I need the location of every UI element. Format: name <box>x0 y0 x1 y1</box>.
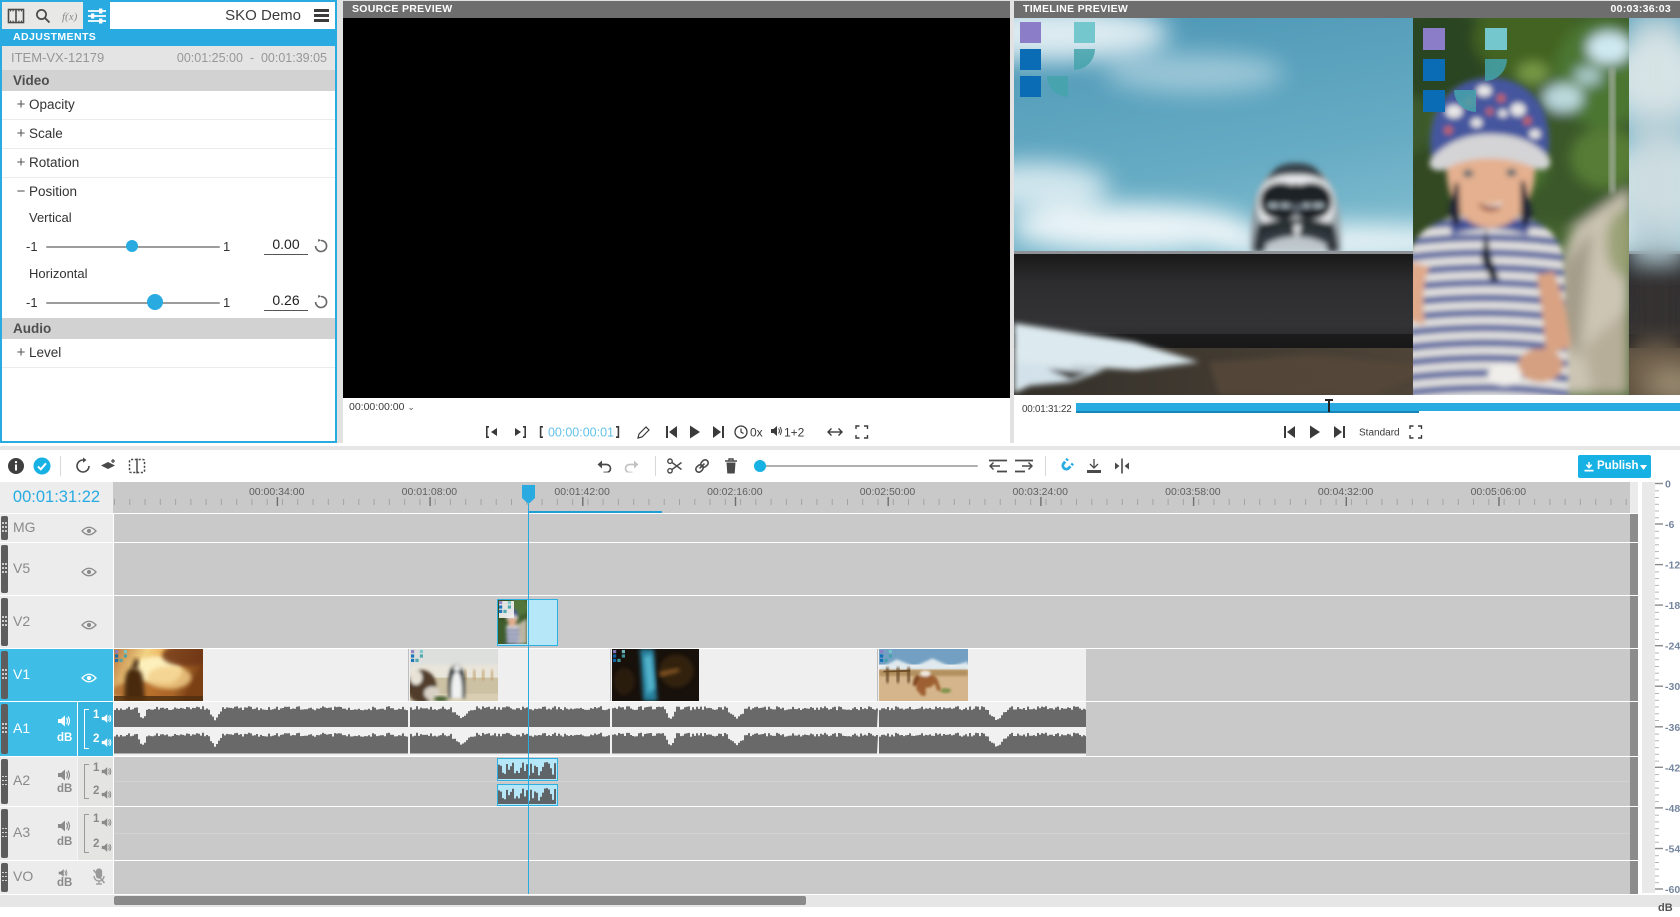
svg-text:00:02:50:00: 00:02:50:00 <box>860 486 916 498</box>
svg-text:00:04:32:00: 00:04:32:00 <box>1318 486 1374 498</box>
svg-text:f(x): f(x) <box>62 11 78 23</box>
svg-text:00:01:42:00: 00:01:42:00 <box>554 486 610 498</box>
svg-text:00:05:06:00: 00:05:06:00 <box>1471 486 1527 498</box>
svg-text:Standard: Standard <box>1359 428 1400 439</box>
svg-text:00:03:58:00: 00:03:58:00 <box>1165 486 1221 498</box>
svg-text:1+2: 1+2 <box>784 426 805 440</box>
svg-text:00:01:08:00: 00:01:08:00 <box>402 486 458 498</box>
svg-text:00:00:00:01: 00:00:00:01 <box>548 426 614 440</box>
svg-text:0x: 0x <box>750 426 763 440</box>
svg-text:00:03:24:00: 00:03:24:00 <box>1012 486 1068 498</box>
svg-text:00:02:16:00: 00:02:16:00 <box>707 486 763 498</box>
svg-text:00:00:34:00: 00:00:34:00 <box>249 486 305 498</box>
